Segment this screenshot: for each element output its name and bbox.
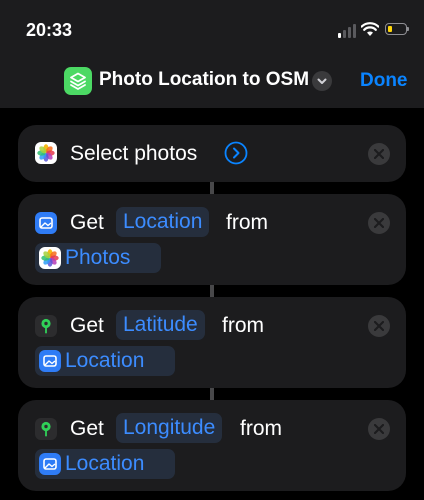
action-connector	[210, 285, 214, 297]
source-token-label: Location	[65, 452, 145, 475]
done-button[interactable]: Done	[360, 70, 408, 92]
nav-bar: Photo Location to OSM Done	[0, 56, 424, 108]
source-token[interactable]: Location	[35, 346, 175, 376]
action-card-select-photos[interactable]: Select photos	[18, 125, 406, 182]
photos-app-icon	[35, 142, 57, 164]
location-pin-icon	[35, 315, 57, 337]
photo-details-icon	[39, 350, 61, 372]
remove-action-button[interactable]	[368, 212, 390, 234]
action-connector-label: from	[222, 314, 264, 337]
remove-action-button[interactable]	[368, 418, 390, 440]
action-card-get-location[interactable]: Get Location from Photos	[18, 194, 406, 285]
action-verb: Select photos	[70, 142, 198, 165]
location-pin-icon	[35, 418, 57, 440]
action-connector-label: from	[240, 417, 282, 440]
source-token-label: Photos	[65, 246, 131, 269]
action-verb: Get	[70, 417, 104, 440]
property-token[interactable]: Location	[116, 207, 210, 237]
action-card-get-latitude[interactable]: Get Latitude from Location	[18, 297, 406, 388]
photo-details-icon	[35, 212, 57, 234]
status-time: 20:33	[26, 20, 73, 40]
battery-icon	[385, 23, 409, 35]
property-token[interactable]: Latitude	[116, 310, 205, 340]
remove-action-button[interactable]	[368, 315, 390, 337]
action-connector	[210, 182, 214, 194]
cellular-signal-icon	[338, 22, 358, 38]
wifi-icon	[361, 22, 379, 36]
photos-app-icon	[39, 247, 61, 269]
source-token-label: Location	[65, 349, 145, 372]
action-connector-label: from	[226, 211, 268, 234]
property-token[interactable]: Longitude	[116, 413, 223, 443]
action-card-get-longitude[interactable]: Get Longitude from Location	[18, 400, 406, 491]
shortcut-app-icon[interactable]	[64, 67, 92, 95]
remove-action-button[interactable]	[368, 143, 390, 165]
status-bar: 20:33	[0, 0, 424, 56]
action-verb: Get	[70, 211, 104, 234]
source-token[interactable]: Photos	[35, 243, 161, 273]
action-verb: Get	[70, 314, 104, 337]
photo-details-icon	[39, 453, 61, 475]
source-token[interactable]: Location	[35, 449, 175, 479]
chevron-circle-icon[interactable]	[224, 141, 248, 165]
shortcut-title[interactable]: Photo Location to OSM	[99, 69, 309, 91]
chevron-down-icon[interactable]	[312, 71, 332, 91]
action-connector	[210, 388, 214, 400]
